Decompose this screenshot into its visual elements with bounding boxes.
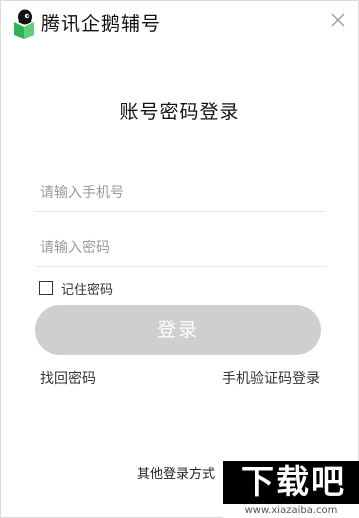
password-input[interactable] [36, 229, 325, 267]
login-title: 账号密码登录 [119, 101, 240, 123]
remember-label: 记住密码 [61, 282, 114, 298]
remember-checkbox[interactable] [39, 281, 53, 295]
other-login-methods[interactable]: 其他登录方式 [137, 463, 215, 482]
sms-login-link[interactable]: 手机验证码登录 [222, 368, 320, 388]
recover-password-link[interactable]: 找回密码 [40, 368, 96, 388]
title-bar: 腾讯企鹅辅号 [1, 1, 358, 47]
watermark-text: 下载吧 [241, 462, 346, 501]
close-icon[interactable] [330, 12, 346, 28]
remember-password[interactable]: 记住密码 [39, 279, 114, 298]
penguin-logo-icon [14, 9, 34, 39]
phone-input[interactable] [36, 174, 325, 212]
watermark: 下载吧 www.xiazaiba.com [223, 461, 359, 518]
app-title: 腾讯企鹅辅号 [41, 13, 162, 35]
login-window: 腾讯企鹅辅号 账号密码登录 记住密码 登录 找回密码 手机验证码登录 其他登录方… [0, 0, 359, 518]
watermark-url: www.xiazaiba.com [244, 505, 338, 516]
watermark-box: 下载吧 [223, 461, 359, 504]
login-button[interactable]: 登录 [35, 305, 321, 355]
